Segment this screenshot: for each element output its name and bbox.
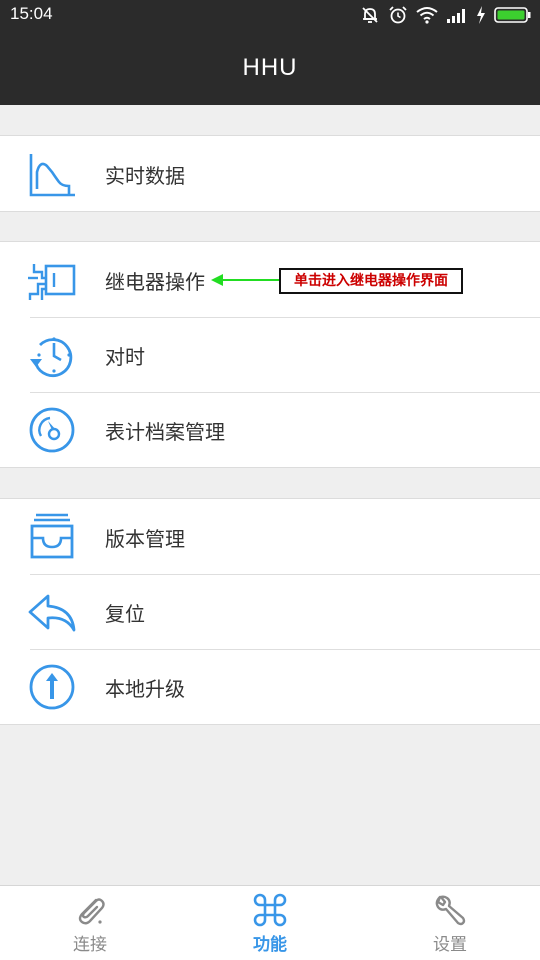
nav-tab-label: 连接: [73, 935, 107, 955]
reply-arrow-icon: [28, 594, 76, 632]
menu-item-realtime-data[interactable]: 实时数据: [0, 136, 540, 211]
relay-icon: [28, 264, 76, 300]
status-bar: 15:04: [0, 0, 540, 30]
annotation-arrow-line: [222, 279, 280, 281]
bottom-nav: 连接 功能 设置: [0, 885, 540, 960]
menu-item-label: 复位: [105, 602, 145, 626]
menu-item-local-upgrade[interactable]: 本地升级: [0, 649, 540, 724]
wrench-icon: [435, 895, 466, 926]
status-time: 15:04: [10, 4, 53, 23]
nav-tab-connect[interactable]: 连接: [0, 886, 180, 960]
paperclip-icon: [78, 898, 105, 925]
menu-item-time-sync[interactable]: 对时: [0, 317, 540, 392]
alarm-icon: [389, 6, 407, 24]
nav-tab-settings[interactable]: 设置: [360, 886, 540, 960]
clock-sync-icon: [30, 337, 73, 377]
menu-item-meter-archive[interactable]: 表计档案管理: [0, 392, 540, 467]
menu-item-version-management[interactable]: 版本管理: [0, 499, 540, 574]
menu-item-label: 实时数据: [105, 164, 185, 188]
app-bar: HHU: [0, 30, 540, 105]
menu-item-label: 对时: [105, 345, 145, 369]
command-icon: [253, 893, 287, 927]
wifi-icon: [416, 7, 438, 24]
page-title: HHU: [242, 54, 298, 81]
inbox-tray-icon: [30, 513, 74, 559]
status-icons: [360, 5, 532, 25]
bell-off-icon: [362, 7, 378, 23]
charging-icon: [477, 6, 485, 24]
menu-group-3: 版本管理 复位 本地升级: [0, 498, 540, 725]
nav-tab-label: 功能: [253, 935, 287, 955]
meter-gauge-icon: [29, 407, 75, 453]
upload-circle-icon: [29, 664, 75, 710]
menu-item-label: 继电器操作: [105, 270, 205, 294]
nav-tab-functions[interactable]: 功能: [180, 886, 360, 960]
nav-tab-label: 设置: [433, 935, 467, 955]
battery-icon: [494, 7, 531, 23]
menu-item-label: 表计档案管理: [105, 420, 225, 444]
signal-icon: [447, 9, 465, 23]
menu-item-label: 版本管理: [105, 527, 185, 551]
menu-item-reset[interactable]: 复位: [0, 574, 540, 649]
annotation-callout: 单击进入继电器操作界面: [279, 268, 463, 294]
menu-item-label: 本地升级: [105, 677, 185, 701]
line-chart-icon: [29, 154, 75, 197]
menu-group-1: 实时数据: [0, 135, 540, 212]
